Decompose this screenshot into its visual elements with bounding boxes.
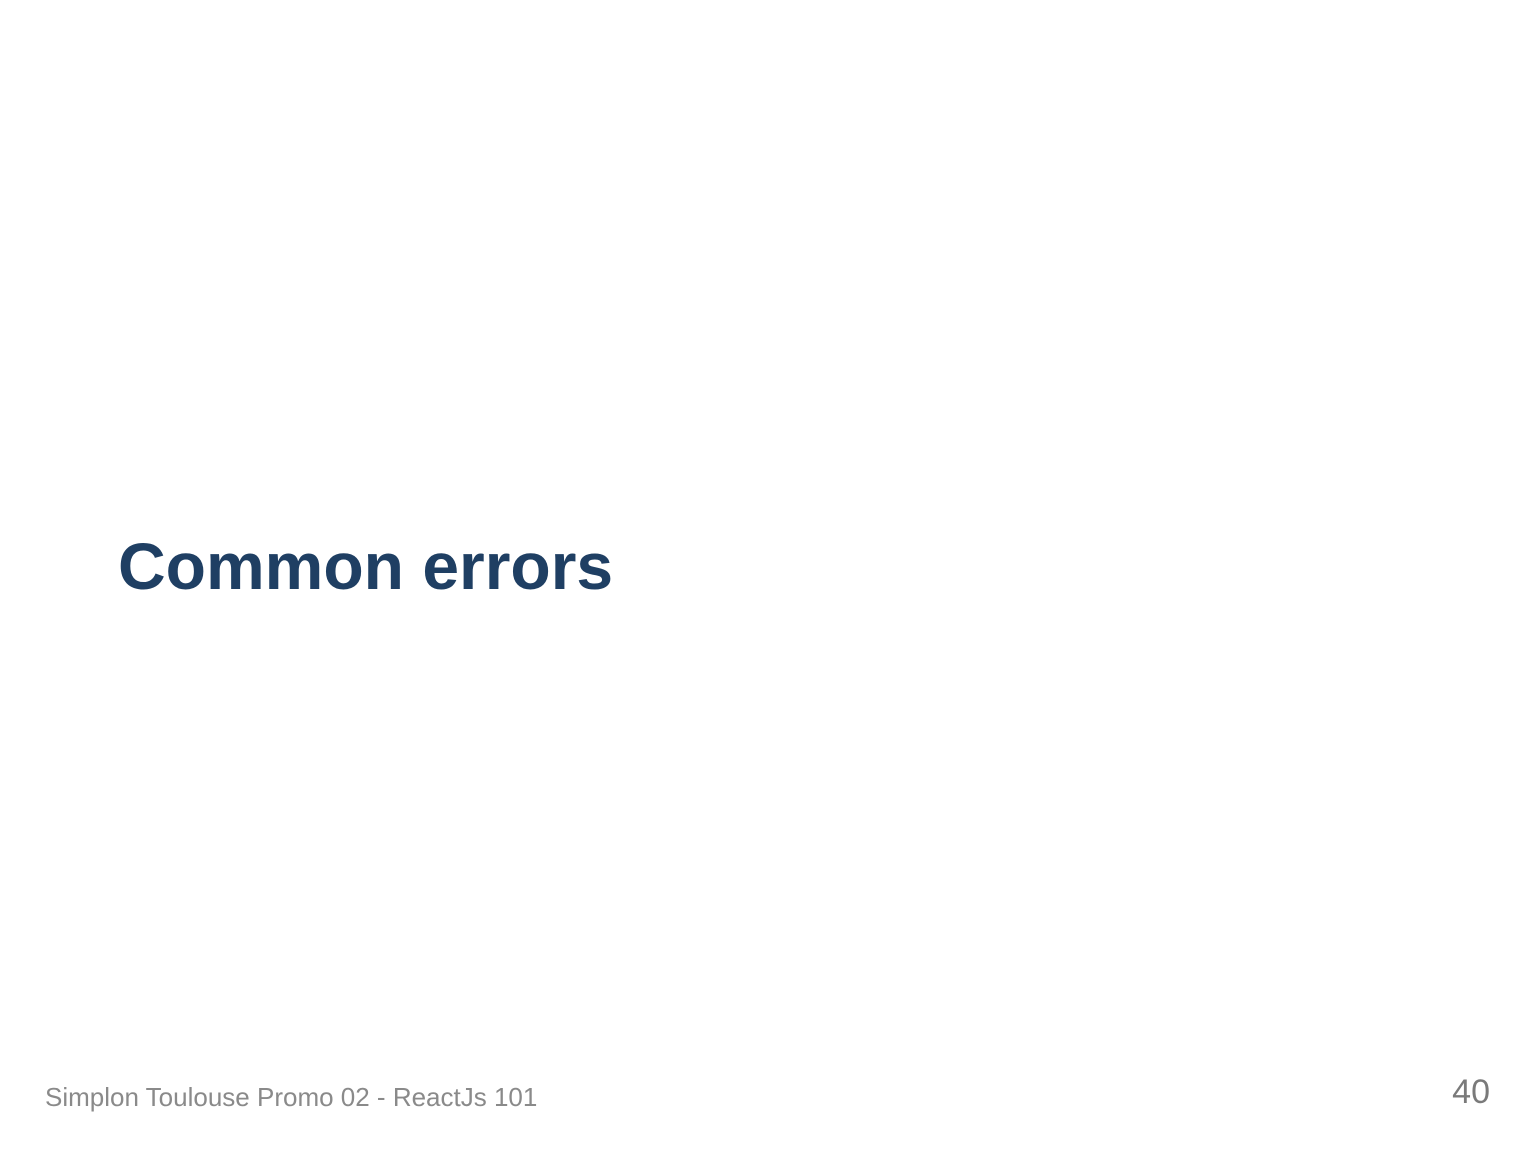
slide-number: 40 — [1452, 1073, 1490, 1111]
slide: Common errors Simplon Toulouse Promo 02 … — [0, 0, 1536, 1152]
slide-title: Common errors — [118, 529, 614, 603]
slide-footer: Simplon Toulouse Promo 02 - ReactJs 101 — [45, 1082, 538, 1112]
